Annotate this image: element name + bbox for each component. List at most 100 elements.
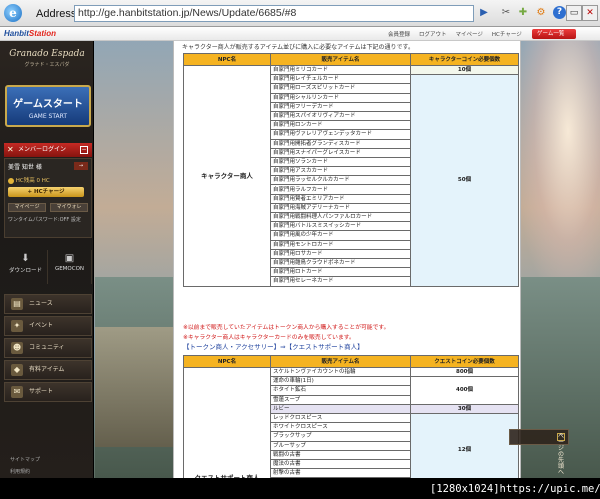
item-cell: ブラックサップ [270,431,411,442]
terms-link[interactable]: 利用規約 [10,466,40,478]
hanbitstation-logo[interactable]: HanbitStation [4,29,56,38]
game-start-button[interactable]: ゲームスタート GAME START [5,85,91,127]
otp-status[interactable]: ワンタイムパスワード:OFF 設定 [8,216,88,223]
table-header: NPC名 [183,53,271,66]
browser-toolbar: e Address: http://ge.hanbitstation.jp/Ne… [0,0,600,27]
sidebar-nav: ▤ ニュース ✦ イベント ☻ コミュニティ ◆ 有料アイテム ✉ サポート [4,294,92,404]
news-icon: ▤ [11,298,23,310]
item-cell: 自家門用ソランカード [270,156,411,168]
item-cell: 自家門用シャルリンカード [270,92,411,103]
npc-name-cell: クエストサポート商人 [183,366,271,478]
settings-gear-icon[interactable]: ⚙ [534,6,548,20]
member-panel: 美雪 知世 様 → HC残高 0 HC + HCチャージ マイページ マイウォレ… [4,158,92,238]
table-row: クエストサポート商人スケルトンヴァイカウントの指輪800個 [183,366,519,478]
item-cell: 自家門用ラルフカード [270,184,411,195]
nav-support[interactable]: ✉ サポート [4,382,92,402]
quest-merchant-table: NPC名 販売アイテム名 クエストコイン必要個数 クエストサポート商人スケルトン… [183,355,519,478]
collapse-icon[interactable]: − [80,146,88,154]
top-link-logout[interactable]: ログアウト [419,30,447,38]
gemocon-icon: ▣ [64,253,75,264]
item-cell: 自家門用雛鳥クラウドボネカード [270,257,411,269]
character-merchant-table: NPC名 販売アイテム名 キャラクターコイン必要個数 キャラクター商人 自家門用ミ… [183,53,519,287]
item-cell: 自家門用ロトカード [270,267,411,278]
top-link-register[interactable]: 会員登録 [388,30,410,38]
minimize-button[interactable]: ▭ [566,5,582,21]
item-cell: 自家門用バトルスミスイッシカード [270,221,411,232]
download-icon: ⬇ [21,253,30,264]
npc-name-cell: キャラクター商人 [183,65,271,287]
coin-cell: 800個 [410,366,519,378]
item-cell: 自家門用ローズスピリットカード [270,83,411,94]
browser-logo-icon[interactable]: e [4,4,22,22]
item-cell: 自家門用ロサカード [270,248,411,259]
item-cell: スケルトンヴァイカウントの指輪 [270,366,411,378]
item-cell: 自家門用開拓者グランディスカード [270,138,411,149]
coin-cell: 10個 [410,64,519,76]
page-top-button[interactable]: ページの先頭へ ^ [509,429,569,476]
sitemap-link[interactable]: サイトマップ [10,454,40,466]
item-cell: 自家門用ミリコカード [270,64,411,76]
top-links: 会員登録 ログアウト マイページ HCチャージ [388,30,522,38]
intro-text: キャラクター商人が販売するアイテム並びに購入に必要なアイテムは下記の通りです。 [182,44,414,51]
item-cell: 射撃の古書 [270,468,411,478]
go-arrow-icon[interactable]: ▶ [477,6,491,20]
gemocon-button[interactable]: ▣ GEMOCON [48,250,92,284]
arrow-up-icon: ^ [557,433,565,441]
mypage-button[interactable]: マイページ [8,203,46,212]
note-2: ※キャラクター商人はキャラクターカードのみを販売しています。 [183,335,355,341]
background-town [95,327,175,447]
coin-icon [8,177,14,184]
table-row: キャラクター商人 自家門用ミリコカード 10個 [183,64,519,287]
item-cell: 自家門用ヴァレリアヴェンデッタカード [270,129,411,140]
status-overlay: [1280x1024]https://upic.me/ [0,478,600,499]
crossed-swords-icon: ✕ [7,145,14,154]
item-cell: レッドクロスピース [270,412,411,424]
section-title[interactable]: 【トークン商人・アクセサリー】⇒【クエストサポート商人】 [183,341,364,351]
top-link-charge[interactable]: HCチャージ [492,30,522,38]
site-viewport: HanbitStation 会員登録 ログアウト マイページ HCチャージ ゲー… [0,27,600,478]
download-button[interactable]: ⬇ ダウンロード [4,250,48,284]
item-cell: 運命の車輪(1日) [270,376,411,387]
item-shop-icon: ◆ [11,364,23,376]
item-cell: 自家門用ラッセルクルカカード [270,175,411,186]
close-button[interactable]: ✕ [582,5,598,21]
top-link-mypage[interactable]: マイページ [456,30,483,38]
item-cell: 戦闘の古書 [270,449,411,460]
hc-charge-button[interactable]: + HCチャージ [8,187,84,197]
item-cell: 自家門用フリーデカード [270,101,411,112]
item-cell: 自家門用海賊アデリーナカード [270,202,411,214]
sidebar-sublinks: サイトマップ 利用規約 [10,454,40,478]
note-1: ※以前まで販売していたアイテムはトークン商人から購入することが可能です。 [183,325,390,331]
sky-glow [520,27,600,287]
item-cell: 魔法の古書 [270,458,411,470]
item-cell: 自家門用スナイパーグレイスカード [270,147,411,158]
coin-balance: HC残高 0 HC [8,176,88,184]
table-header: クエストコイン必要個数 [410,355,519,368]
event-icon: ✦ [11,320,23,332]
community-icon: ☻ [11,342,23,354]
nav-news[interactable]: ▤ ニュース [4,294,92,314]
help-icon[interactable]: ? [553,6,566,19]
nav-community[interactable]: ☻ コミュニティ [4,338,92,358]
addon-icon[interactable]: ✚ [516,6,530,20]
game-logo[interactable]: Granado Espada グラナド・エスパダ [8,47,86,77]
tools-icon[interactable]: ✂ [499,6,513,20]
coin-cell: 400個 [410,376,519,405]
download-row: ⬇ ダウンロード ▣ GEMOCON [4,250,92,284]
sidebar: Granado Espada グラナド・エスパダ ゲームスタート GAME STA… [0,41,94,478]
item-cell: 自家門用戦闘料理人パンファルロカード [270,211,411,223]
coin-cell: 50個 [410,74,519,287]
nav-paid-items[interactable]: ◆ 有料アイテム [4,360,92,380]
item-cell: ホタイト鉱石 [270,385,411,396]
item-cell: 自家門用セレーネカード [270,276,411,287]
item-cell: 自家門用レイチェルカード [270,74,411,85]
game-list-select[interactable]: ゲーム一覧 [532,29,576,39]
address-bar[interactable]: http://ge.hanbitstation.jp/News/Update/6… [74,5,474,22]
nav-event[interactable]: ✦ イベント [4,316,92,336]
logout-mini-button[interactable]: → [74,162,88,170]
item-cell: ブルーサップ [270,440,411,451]
table-header: 販売アイテム名 [270,355,411,368]
mywallet-button[interactable]: マイウォレ [50,203,88,212]
support-icon: ✉ [11,386,23,398]
item-cell: ルビー [270,403,411,414]
